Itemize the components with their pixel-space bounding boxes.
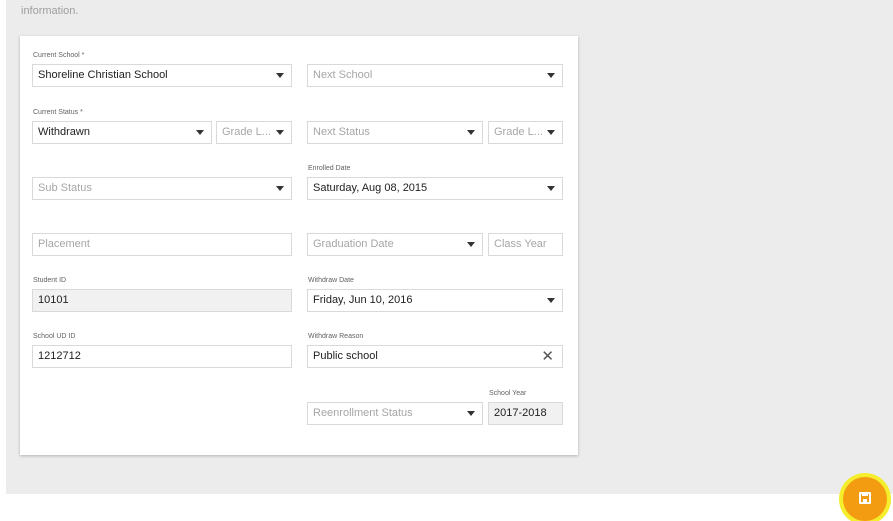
current-grade-placeholder: Grade L... — [222, 126, 271, 138]
current-grade-field: Grade L... — [216, 109, 292, 145]
withdraw-date-field: Withdraw Date Friday, Jun 10, 2016 — [307, 277, 563, 313]
school-year-field: School Year 2017-2018 — [488, 390, 563, 426]
school-ud-id-label: School UD ID — [33, 333, 76, 340]
caret-down-icon — [276, 73, 284, 78]
school-year-value: 2017-2018 — [494, 407, 547, 419]
class-year-placeholder: Class Year — [494, 238, 547, 250]
caret-down-icon — [276, 130, 284, 135]
next-school-field: Next School — [307, 52, 563, 88]
reenrollment-status-field: Reenrollment Status — [307, 390, 483, 426]
caret-down-icon — [467, 242, 475, 247]
next-school-placeholder: Next School — [313, 69, 373, 81]
caret-down-icon — [276, 186, 284, 191]
withdraw-reason-field: Withdraw Reason Public school ✕ — [307, 333, 563, 369]
withdraw-date-label: Withdraw Date — [308, 277, 354, 284]
sub-status-placeholder: Sub Status — [38, 182, 92, 194]
next-grade-placeholder: Grade L... — [494, 126, 543, 138]
enrolled-date-field: Enrolled Date Saturday, Aug 08, 2015 — [307, 165, 563, 201]
withdraw-reason-input[interactable]: Public school ✕ — [307, 345, 563, 368]
class-year-input[interactable]: Class Year — [488, 233, 563, 256]
placement-input[interactable]: Placement — [32, 233, 292, 256]
caret-down-icon — [547, 73, 555, 78]
reenrollment-status-select[interactable]: Reenrollment Status — [307, 402, 483, 425]
reenrollment-status-placeholder: Reenrollment Status — [313, 407, 413, 419]
next-school-select[interactable]: Next School — [307, 64, 563, 87]
graduation-date-select[interactable]: Graduation Date — [307, 233, 483, 256]
current-status-select[interactable]: Withdrawn — [32, 121, 212, 144]
student-id-value: 10101 — [38, 294, 69, 306]
close-icon[interactable]: ✕ — [541, 347, 554, 366]
current-school-value: Shoreline Christian School — [38, 69, 168, 81]
current-school-field: Current School * Shoreline Christian Sch… — [32, 52, 292, 88]
current-status-value: Withdrawn — [38, 126, 90, 138]
current-status-label: Current Status * — [33, 109, 83, 116]
graduation-date-field: Graduation Date — [307, 221, 483, 257]
caret-down-icon — [547, 186, 555, 191]
class-year-field: Class Year — [488, 221, 563, 257]
current-grade-select[interactable]: Grade L... — [216, 121, 292, 144]
next-status-select[interactable]: Next Status — [307, 121, 483, 144]
caret-down-icon — [547, 298, 555, 303]
graduation-date-placeholder: Graduation Date — [313, 238, 394, 250]
next-grade-select[interactable]: Grade L... — [488, 121, 563, 144]
school-year-label: School Year — [489, 390, 527, 397]
caret-down-icon — [467, 411, 475, 416]
student-enrollment-card: Current School * Shoreline Christian Sch… — [20, 36, 578, 455]
sub-status-select[interactable]: Sub Status — [32, 177, 292, 200]
school-ud-id-value: 1212712 — [38, 350, 81, 362]
caret-down-icon — [196, 130, 204, 135]
withdraw-reason-value: Public school — [313, 350, 378, 362]
next-status-placeholder: Next Status — [313, 126, 370, 138]
student-id-input: 10101 — [32, 289, 292, 312]
floppy-disk-icon — [859, 492, 871, 504]
placement-field: Placement — [32, 221, 292, 257]
school-year-input: 2017-2018 — [488, 402, 563, 425]
current-school-select[interactable]: Shoreline Christian School — [32, 64, 292, 87]
enrolled-date-label: Enrolled Date — [308, 165, 351, 172]
school-ud-id-input[interactable]: 1212712 — [32, 345, 292, 368]
caret-down-icon — [547, 130, 555, 135]
next-grade-field: Grade L... — [488, 109, 563, 145]
current-school-label: Current School * — [33, 52, 85, 59]
sub-status-field: Sub Status — [32, 165, 292, 201]
withdraw-date-select[interactable]: Friday, Jun 10, 2016 — [307, 289, 563, 312]
enrolled-date-select[interactable]: Saturday, Aug 08, 2015 — [307, 177, 563, 200]
save-button[interactable] — [843, 477, 887, 521]
enrolled-date-value: Saturday, Aug 08, 2015 — [313, 182, 428, 194]
school-ud-id-field: School UD ID 1212712 — [32, 333, 292, 369]
intro-text: information. — [21, 5, 79, 17]
caret-down-icon — [467, 130, 475, 135]
next-status-field: Next Status — [307, 109, 483, 145]
student-id-label: Student ID — [33, 277, 67, 284]
current-status-field: Current Status * Withdrawn — [32, 109, 212, 145]
student-id-field: Student ID 10101 — [32, 277, 292, 313]
withdraw-reason-label: Withdraw Reason — [308, 333, 364, 340]
withdraw-date-value: Friday, Jun 10, 2016 — [313, 294, 413, 306]
placement-placeholder: Placement — [38, 238, 90, 250]
